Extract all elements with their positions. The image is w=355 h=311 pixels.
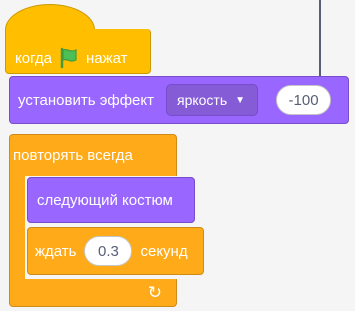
green-flag-icon <box>60 47 77 69</box>
forever-block-bottom: ↻ <box>9 279 177 307</box>
next-costume-block[interactable]: следующий костюм <box>27 177 195 223</box>
effect-dropdown-value: яркость <box>176 92 228 108</box>
wait-block[interactable]: ждать 0.3 секунд <box>27 227 204 275</box>
effect-dropdown[interactable]: яркость ▼ <box>165 84 259 116</box>
forever-block[interactable]: повторять всегда <box>9 134 177 176</box>
when-flag-clicked-block[interactable]: когда нажат <box>5 29 151 74</box>
wait-label-after: секунд <box>140 242 188 260</box>
forever-label: повторять всегда <box>13 147 133 164</box>
wait-seconds-input[interactable]: 0.3 <box>84 236 133 266</box>
loop-arrow-icon: ↻ <box>147 283 162 302</box>
hat-label-after: нажат <box>85 49 128 67</box>
set-effect-label: установить эффект <box>18 91 154 109</box>
forever-block-arm <box>9 174 25 284</box>
next-costume-label: следующий костюм <box>37 191 173 209</box>
wait-label-before: ждать <box>35 242 77 260</box>
set-effect-block[interactable]: установить эффект яркость ▼ -100 <box>9 76 349 124</box>
dropdown-arrow-icon: ▼ <box>235 94 246 106</box>
hat-label-before: когда <box>15 49 52 67</box>
effect-value-input[interactable]: -100 <box>276 85 332 115</box>
